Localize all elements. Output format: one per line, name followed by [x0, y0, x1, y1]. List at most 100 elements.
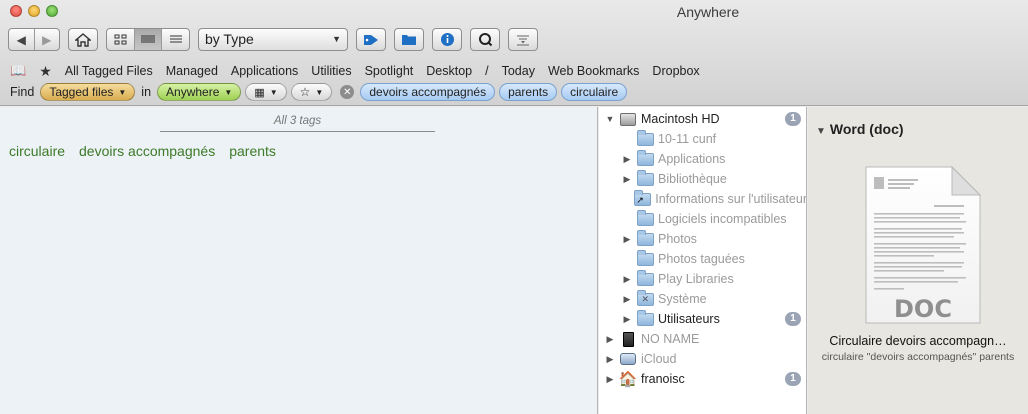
in-label: in — [141, 85, 152, 99]
view-mode-control — [106, 28, 190, 51]
tree-row[interactable]: Logiciels incompatibles — [599, 209, 806, 229]
tree-row[interactable]: ▶ Play Libraries — [599, 269, 806, 289]
tree-row[interactable]: ▼ Macintosh HD 1 — [599, 109, 806, 129]
home-button[interactable] — [68, 28, 98, 51]
bookmarks-icon[interactable]: 📖 — [10, 63, 26, 79]
tree-row-label: franoisc — [641, 372, 685, 386]
compact-list-icon — [141, 35, 155, 43]
action-button[interactable] — [508, 28, 538, 51]
tree-row[interactable]: ▶ ✕ Système — [599, 289, 806, 309]
tag-button[interactable] — [356, 28, 386, 51]
disclosure-triangle-icon[interactable]: ▶ — [622, 234, 632, 245]
tags-pane: All 3 tags circulaire devoirs accompagné… — [0, 107, 598, 414]
disclosure-triangle-icon[interactable]: ▼ — [816, 126, 826, 137]
clear-search-icon[interactable]: ✕ — [340, 85, 355, 99]
star-icon[interactable]: ★ — [39, 63, 52, 80]
icon-view-button[interactable] — [107, 29, 135, 50]
group-header[interactable]: ▼ Word (doc) — [816, 121, 904, 137]
tree-row[interactable]: ▶ iCloud — [599, 349, 806, 369]
favorite-desktop[interactable]: Desktop — [426, 64, 472, 78]
location-popup[interactable]: Anywhere ▼ — [157, 83, 242, 101]
tree-row-label: Logiciels incompatibles — [658, 212, 787, 226]
quick-look-button[interactable] — [470, 28, 500, 51]
tree-row[interactable]: ▶ Bibliothèque — [599, 169, 806, 189]
tree-row[interactable]: ▶ NO NAME — [599, 329, 806, 349]
system-folder-icon: ✕ — [636, 289, 654, 307]
tree-row-label: Play Libraries — [658, 272, 734, 286]
sort-popup-value: by Type — [205, 31, 254, 47]
disclosure-triangle-icon[interactable]: ▶ — [622, 274, 632, 285]
disclosure-triangle-icon[interactable]: ▶ — [622, 294, 632, 305]
tree-row-label: 10-11 cunf — [658, 132, 717, 146]
compact-view-button[interactable] — [134, 29, 163, 50]
favorite-applications[interactable]: Applications — [231, 64, 298, 78]
favorite-today[interactable]: Today — [502, 64, 535, 78]
favorite-managed[interactable]: Managed — [166, 64, 218, 78]
doc-badge: DOC — [894, 295, 952, 323]
word-document-icon[interactable]: DOC — [864, 165, 982, 325]
favorite-dropbox[interactable]: Dropbox — [652, 64, 699, 78]
info-button[interactable] — [432, 28, 462, 51]
disk-icon — [619, 111, 637, 127]
group-title: Word (doc) — [829, 121, 904, 137]
info-icon — [440, 33, 454, 46]
cloud-drive-icon — [619, 351, 637, 367]
file-name[interactable]: Circulaire devoirs accompagn… — [808, 334, 1028, 348]
icon-grid-icon — [114, 34, 127, 45]
scope-popup[interactable]: Tagged files ▼ — [40, 83, 136, 101]
sort-popup[interactable]: by Type ▼ — [198, 28, 348, 51]
back-button[interactable]: ◀ — [9, 29, 35, 50]
disclosure-triangle-icon[interactable]: ▶ — [605, 374, 615, 385]
favorite-all-tagged-files[interactable]: All Tagged Files — [65, 64, 153, 78]
disclosure-triangle-icon[interactable]: ▶ — [622, 154, 632, 165]
star-outline-icon: ☆ — [299, 85, 311, 99]
popup-arrow-icon: ▼ — [118, 87, 127, 97]
rating-filter-popup[interactable]: ☆ ▼ — [290, 83, 333, 101]
kind-filter-popup[interactable]: ▦ ▼ — [245, 83, 287, 101]
count-badge: 1 — [785, 372, 801, 386]
disclosure-triangle-icon[interactable]: ▶ — [622, 174, 632, 185]
tree-row[interactable]: ↗ Informations sur l'utilisateur — [599, 189, 807, 209]
location-tree: ▼ Macintosh HD 1 10-11 cunf ▶ Applications ▶ Bi… — [599, 107, 807, 414]
tag-circulaire[interactable]: circulaire — [9, 143, 65, 159]
action-menu-icon — [517, 35, 529, 45]
home-icon: 🏠 — [618, 370, 638, 388]
reveal-folder-button[interactable] — [394, 28, 424, 51]
search-token-circulaire[interactable]: circulaire — [561, 83, 628, 101]
search-token-devoirs-accompagnes[interactable]: devoirs accompagnés — [360, 83, 496, 101]
favorite-root[interactable]: / — [485, 64, 488, 78]
blue-folder-icon — [402, 35, 416, 45]
tree-row-label: Informations sur l'utilisateur — [655, 192, 807, 206]
favorite-spotlight[interactable]: Spotlight — [365, 64, 414, 78]
tag-cloud: circulaire devoirs accompagnés parents — [9, 143, 276, 159]
folder-icon — [636, 209, 654, 227]
disclosure-triangle-icon[interactable]: ▶ — [605, 334, 615, 345]
search-token-parents[interactable]: parents — [499, 83, 558, 101]
tree-row[interactable]: ▶ 🏠 franoisc 1 — [599, 369, 806, 389]
folder-icon — [636, 269, 654, 287]
disclosure-triangle-icon[interactable]: ▶ — [605, 354, 615, 365]
tag-devoirs-accompagnes[interactable]: devoirs accompagnés — [79, 143, 215, 159]
find-label: Find — [10, 85, 35, 99]
tag-parents[interactable]: parents — [229, 143, 276, 159]
tree-row[interactable]: ▶ Applications — [599, 149, 806, 169]
list-view-button[interactable] — [162, 29, 189, 50]
disclosure-triangle-icon[interactable]: ▼ — [605, 114, 615, 124]
tree-row[interactable]: ▶ Utilisateurs 1 — [599, 309, 806, 329]
favorite-utilities[interactable]: Utilities — [311, 64, 351, 78]
location-popup-value: Anywhere — [166, 85, 220, 99]
tree-row-label: Système — [658, 292, 707, 306]
tree-row[interactable]: 10-11 cunf — [599, 129, 806, 149]
tree-row[interactable]: ▶ Photos — [599, 229, 806, 249]
tree-row[interactable]: Photos taguées — [599, 249, 806, 269]
quick-look-icon — [478, 33, 492, 47]
disclosure-triangle-icon[interactable]: ▶ — [622, 314, 632, 325]
tree-row-label: Applications — [658, 152, 726, 166]
tree-row-label: iCloud — [641, 352, 677, 366]
tree-row-label: Photos — [658, 232, 697, 246]
count-badge: 1 — [785, 312, 801, 326]
favorite-web-bookmarks[interactable]: Web Bookmarks — [548, 64, 639, 78]
tags-header: All 3 tags — [160, 115, 435, 132]
tag-icon — [364, 34, 378, 45]
forward-button[interactable]: ▶ — [35, 29, 60, 50]
